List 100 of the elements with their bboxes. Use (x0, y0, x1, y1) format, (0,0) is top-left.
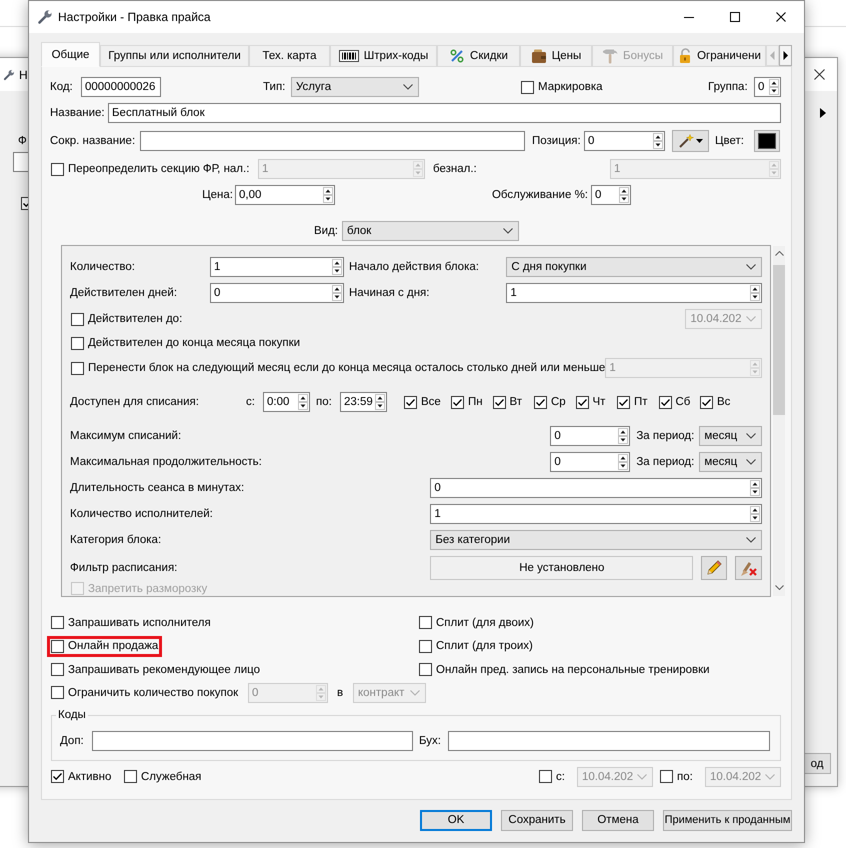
arrow-right-icon[interactable] (779, 45, 792, 66)
scrollbar[interactable] (773, 246, 786, 596)
dialog-button[interactable]: Отмена (582, 810, 654, 830)
dialog-button[interactable]: Применить к проданным (663, 810, 792, 830)
tab[interactable]: Тех. карта (249, 45, 330, 66)
spin-arrows-icon[interactable] (332, 285, 342, 301)
dialog-button[interactable]: OK (420, 810, 492, 830)
checkbox[interactable] (404, 396, 417, 408)
field-label: Позиция: (532, 134, 582, 149)
tab[interactable]: Скидки (437, 45, 520, 66)
spin-arrows-icon[interactable] (618, 454, 628, 470)
checkbox[interactable] (51, 640, 64, 653)
period-dropdown[interactable]: месяц (699, 452, 762, 472)
period-dropdown[interactable]: месяц (699, 426, 762, 446)
checkbox[interactable] (51, 686, 64, 699)
spin-arrows-icon[interactable] (375, 394, 385, 410)
checkbox[interactable] (617, 396, 630, 408)
checkbox-label: Вс (717, 395, 730, 410)
checkbox[interactable] (71, 362, 84, 374)
checkbox[interactable] (492, 396, 506, 408)
tab[interactable]: Штрих-коды (330, 45, 437, 66)
chevron-up-icon[interactable] (774, 251, 784, 256)
spin-box[interactable]: 0 (430, 478, 762, 498)
spin-arrows-icon[interactable] (750, 480, 760, 496)
tab[interactable]: Ограничени (673, 45, 766, 66)
spin-arrows-icon[interactable] (332, 259, 342, 275)
maximize-icon[interactable] (730, 12, 740, 22)
code-field[interactable]: 00000000026 (81, 77, 161, 97)
spin-box[interactable]: 0 (210, 283, 344, 303)
time-spin-box[interactable]: 23:59 (340, 392, 387, 412)
chevron-down-icon[interactable] (503, 228, 513, 234)
checkbox[interactable] (51, 770, 64, 783)
spin-arrows-icon[interactable] (298, 394, 308, 410)
color-picker-button[interactable] (672, 130, 709, 152)
short-name-field[interactable] (140, 131, 525, 151)
checkbox[interactable] (419, 616, 432, 630)
chevron-down-icon[interactable] (746, 264, 756, 270)
checkbox-label: Служебная (141, 770, 202, 784)
tab[interactable]: Группы или исполнители (100, 45, 249, 66)
code-input-field[interactable] (448, 730, 770, 750)
spin-arrows-icon[interactable] (750, 506, 760, 522)
checkbox[interactable] (576, 396, 588, 408)
checkbox[interactable] (451, 396, 464, 408)
category-dropdown[interactable]: Без категории (430, 530, 762, 550)
checkbox[interactable] (660, 770, 673, 783)
checkbox[interactable] (71, 312, 84, 326)
dropdown[interactable]: С дня покупки (506, 257, 762, 277)
view-dropdown[interactable]: блок (342, 221, 519, 241)
checkbox[interactable] (71, 336, 84, 350)
spin-arrows-icon[interactable] (653, 133, 663, 149)
group-spin-box[interactable]: 0 (754, 77, 781, 97)
checkbox[interactable] (419, 640, 432, 653)
service-spin-box[interactable]: 0 (591, 185, 631, 205)
checkbox[interactable] (534, 396, 547, 408)
spin-arrows-icon[interactable] (618, 428, 628, 444)
chevron-down-icon[interactable] (746, 537, 756, 543)
checkbox-label: по: (677, 770, 694, 784)
type-dropdown[interactable]: Услуга (291, 77, 419, 97)
scrollbar-thumb[interactable] (773, 265, 786, 415)
field-label: Тип: (263, 80, 286, 95)
checkbox[interactable] (700, 396, 713, 408)
chevron-down-icon[interactable] (746, 459, 756, 465)
spin-arrows-icon[interactable] (323, 187, 333, 203)
chevron-down-icon[interactable] (746, 433, 756, 439)
checkbox[interactable] (539, 770, 552, 783)
price-spin-box[interactable]: 0,00 (235, 185, 335, 205)
checkbox[interactable] (521, 80, 534, 94)
close-icon[interactable] (814, 69, 825, 80)
color-swatch-button[interactable] (754, 130, 780, 152)
checkbox[interactable] (51, 663, 64, 676)
time-spin-box[interactable]: 0:00 (263, 392, 310, 412)
spin-arrows-icon[interactable] (769, 79, 779, 95)
code-input-field[interactable] (92, 730, 413, 750)
tab[interactable]: Общие (41, 42, 100, 67)
spin-arrows-icon[interactable] (619, 187, 629, 203)
tab[interactable]: Цены (520, 45, 592, 66)
name-field[interactable]: Бесплатный блок (108, 103, 781, 123)
edit-button[interactable] (701, 556, 728, 580)
chevron-down-icon[interactable] (403, 84, 413, 90)
checkbox[interactable] (51, 162, 64, 176)
close-icon[interactable] (776, 12, 786, 22)
spin-box[interactable]: 1 (430, 504, 762, 524)
spin-box[interactable]: 0 (550, 452, 630, 472)
clear-button[interactable] (735, 556, 762, 580)
checkbox[interactable] (51, 616, 64, 630)
checkbox[interactable] (658, 396, 672, 408)
dialog-button[interactable]: Сохранить (501, 810, 573, 830)
checkbox[interactable] (419, 663, 432, 676)
spin-box[interactable]: 0 (550, 426, 630, 446)
spin-box[interactable]: 1 (210, 257, 344, 277)
field-label: Начиная с дня: (349, 286, 430, 301)
chevron-down-icon[interactable] (774, 585, 784, 590)
brush-cross-icon (740, 559, 758, 577)
position-spin-box[interactable]: 0 (584, 131, 665, 151)
spin-box[interactable]: 1 (506, 283, 762, 303)
checkbox[interactable] (124, 770, 137, 783)
spin-arrows-icon[interactable] (750, 285, 760, 301)
window-title: Н (19, 66, 28, 82)
field-label: Бух: (419, 734, 442, 748)
schedule-filter-button[interactable]: Не установлено (430, 556, 694, 580)
